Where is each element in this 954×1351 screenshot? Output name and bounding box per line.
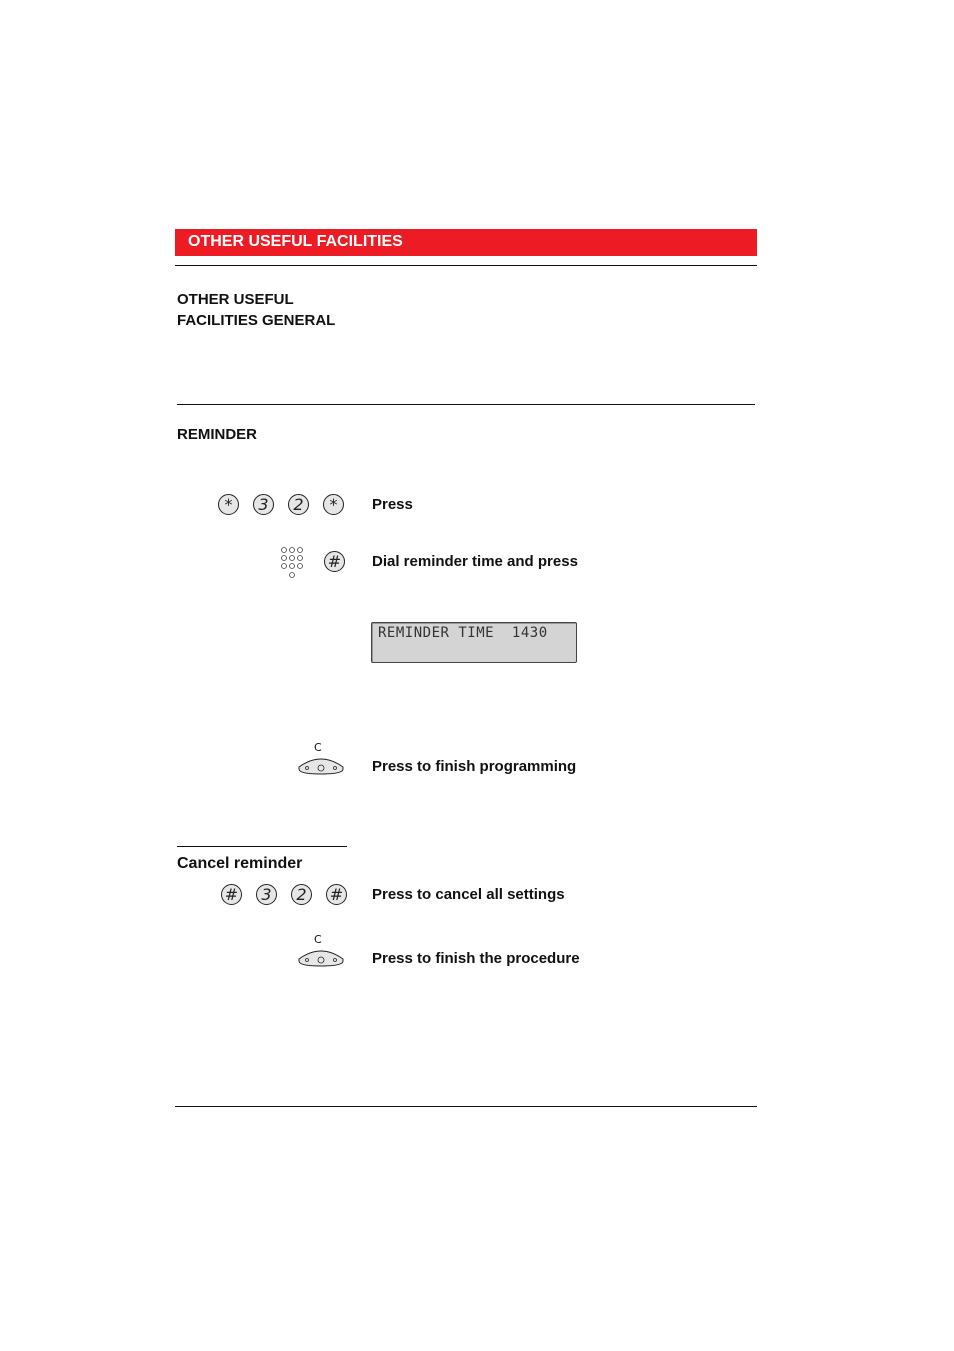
star-key-icon: * <box>218 494 239 515</box>
divider <box>175 265 757 266</box>
general-heading-line2: FACILITIES GENERAL <box>177 312 336 329</box>
banner-title: OTHER USEFUL FACILITIES <box>188 233 403 250</box>
divider <box>177 404 755 405</box>
clear-key-label: C <box>314 933 322 946</box>
star-key-icon: * <box>323 494 344 515</box>
step-text: Dial reminder time and press <box>372 553 578 570</box>
digit-3-key-icon: 3 <box>256 884 277 905</box>
general-heading: OTHER USEFUL FACILITIES GENERAL <box>177 289 335 331</box>
hash-key-icon: # <box>326 884 347 905</box>
hash-key-icon: # <box>324 551 345 572</box>
step-text: Press to finish the procedure <box>372 950 580 967</box>
step-text: Press <box>372 496 413 513</box>
clear-key-label: C <box>314 741 322 754</box>
footer-divider <box>175 1106 757 1107</box>
reminder-heading: REMINDER <box>177 426 258 443</box>
digit-3-key-icon: 3 <box>253 494 274 515</box>
section-banner: OTHER USEFUL FACILITIES <box>175 229 757 256</box>
clear-key-icon <box>298 758 344 775</box>
step-text: Press to cancel all settings <box>372 886 565 903</box>
divider <box>177 846 347 847</box>
step-text: Press to finish programming <box>372 758 577 775</box>
phone-display: REMINDER TIME 1430 <box>371 622 577 663</box>
display-text: REMINDER TIME 1430 <box>378 625 548 641</box>
clear-key-icon <box>298 950 344 967</box>
hash-key-icon: # <box>221 884 242 905</box>
cancel-heading: Cancel reminder <box>177 855 303 872</box>
digit-2-key-icon: 2 <box>288 494 309 515</box>
digit-2-key-icon: 2 <box>291 884 312 905</box>
general-heading-line1: OTHER USEFUL <box>177 291 294 308</box>
keypad-icon <box>281 547 303 578</box>
